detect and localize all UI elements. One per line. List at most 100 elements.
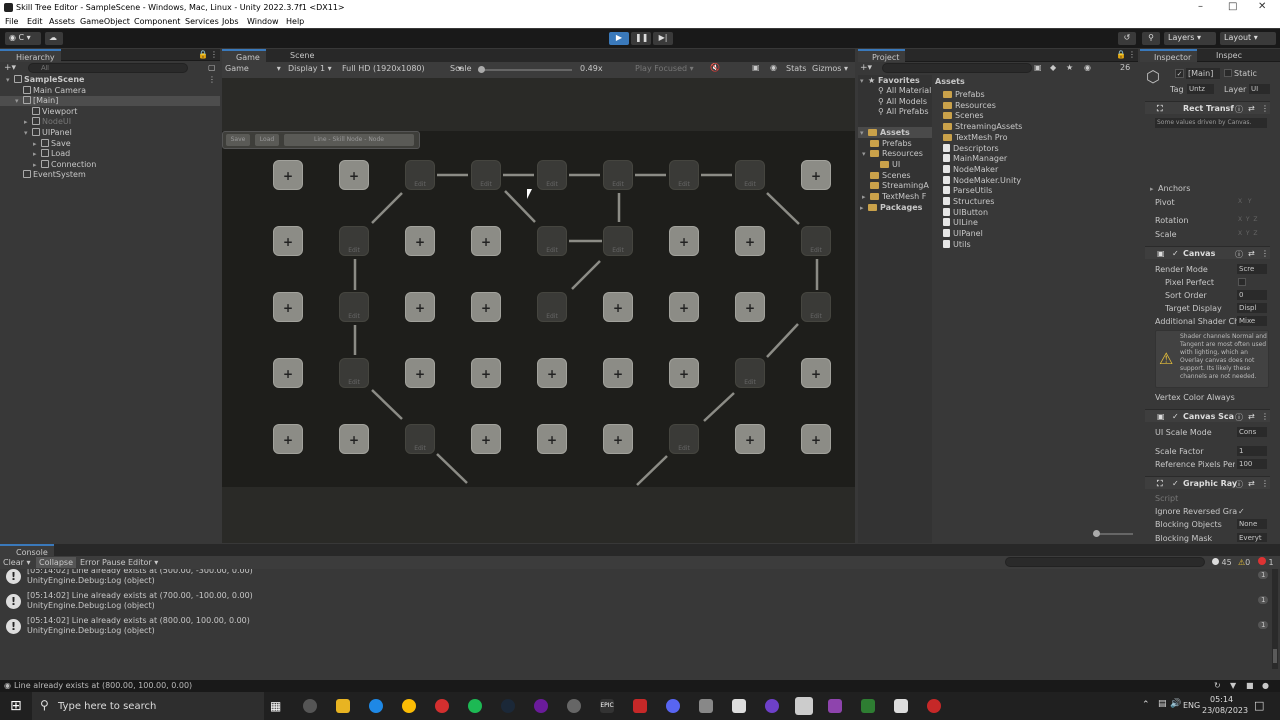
asset-script[interactable]: ParseUtils: [943, 186, 992, 195]
hierarchy-search-input[interactable]: [28, 63, 188, 73]
spotify-icon[interactable]: [468, 699, 482, 713]
skill-node[interactable]: Edit: [339, 292, 369, 322]
target-display-dropdown[interactable]: Displ: [1237, 303, 1267, 313]
tab-inspector-2[interactable]: Inspec: [1202, 49, 1248, 62]
skill-node[interactable]: Edit: [801, 292, 831, 322]
layers-dropdown[interactable]: Layers ▾: [1164, 32, 1216, 45]
skill-node-add[interactable]: +: [669, 226, 699, 256]
unity-hub-icon[interactable]: [732, 699, 746, 713]
kebab-menu-icon[interactable]: ⋮: [210, 50, 218, 59]
tab-console[interactable]: Console: [0, 544, 54, 557]
skill-node[interactable]: Edit: [603, 160, 633, 190]
skill-node-add[interactable]: +: [669, 358, 699, 388]
render-mode-dropdown[interactable]: Scre: [1237, 264, 1267, 274]
hierarchy-item[interactable]: EventSystem: [0, 170, 220, 180]
skill-node[interactable]: Edit: [669, 424, 699, 454]
epic-games-icon[interactable]: EPIC: [600, 699, 614, 713]
language-indicator[interactable]: ENG: [1183, 701, 1200, 710]
console-scrollbar-thumb[interactable]: [1273, 649, 1277, 663]
skill-node-add[interactable]: +: [273, 292, 303, 322]
skill-node-add[interactable]: +: [339, 160, 369, 190]
save-button[interactable]: Save: [226, 134, 250, 146]
menu-file[interactable]: File: [5, 17, 18, 26]
skill-node-add[interactable]: +: [735, 424, 765, 454]
skill-node-add[interactable]: +: [273, 160, 303, 190]
play-button[interactable]: ▶: [609, 32, 629, 45]
discord-icon[interactable]: [666, 699, 680, 713]
skill-node-add[interactable]: +: [735, 226, 765, 256]
skill-node[interactable]: Edit: [405, 160, 435, 190]
preset-icon[interactable]: ⇄: [1248, 249, 1255, 258]
maximize-icon[interactable]: ▣: [752, 63, 760, 72]
mute-audio-icon[interactable]: 🔇: [710, 63, 720, 72]
skill-node-add[interactable]: +: [405, 358, 435, 388]
warning-count-toggle[interactable]: 45: [1212, 558, 1232, 567]
file-explorer-icon[interactable]: [336, 699, 350, 713]
blocking-objects-dropdown[interactable]: None: [1237, 519, 1267, 529]
asset-script[interactable]: UIButton: [943, 207, 988, 217]
play-focused-dropdown[interactable]: Play Focused ▾: [635, 64, 694, 73]
task-view-icon[interactable]: ▦: [270, 699, 281, 713]
asset-folder[interactable]: Resources: [943, 101, 996, 110]
gizmos-dropdown[interactable]: Gizmos ▾: [812, 64, 848, 73]
skill-node-add[interactable]: +: [471, 292, 501, 322]
kebab-menu-icon[interactable]: ⋮: [1261, 412, 1269, 421]
hierarchy-item[interactable]: ▾ SampleScene ⋮: [0, 75, 220, 85]
menu-component[interactable]: Component: [134, 17, 180, 26]
skill-node-add[interactable]: +: [603, 358, 633, 388]
help-icon[interactable]: ⓘ: [1235, 479, 1243, 490]
asset-script[interactable]: MainManager: [943, 154, 1007, 163]
tree-folder[interactable]: Prefabs: [870, 139, 912, 148]
error-pause-toggle[interactable]: Error Pause: [80, 558, 126, 567]
skill-node-add[interactable]: +: [735, 292, 765, 322]
asset-folder[interactable]: Prefabs: [943, 90, 985, 99]
skill-node-add[interactable]: +: [471, 424, 501, 454]
rect-transform-header[interactable]: ⛶ Rect Transf ⓘ ⇄ ⋮: [1145, 101, 1270, 114]
skill-node[interactable]: Edit: [735, 160, 765, 190]
asset-folder[interactable]: TextMesh Pro: [943, 133, 1007, 142]
skill-node[interactable]: Edit: [405, 424, 435, 454]
layout-dropdown[interactable]: Layout ▾: [1220, 32, 1276, 45]
asset-script[interactable]: NodeMaker.Unity: [943, 175, 1021, 185]
canvas-enabled-checkbox[interactable]: ✓: [1172, 249, 1179, 258]
graphic-raycaster-header[interactable]: ⛶ ✓ Graphic Ray ⓘ ⇄ ⋮: [1145, 476, 1270, 489]
console-log-entry[interactable]: ! [05:14:02] Line already exists at (700.…: [6, 591, 1270, 613]
skill-node-add[interactable]: +: [471, 226, 501, 256]
preset-icon[interactable]: ⇄: [1248, 412, 1255, 421]
cloud-icon[interactable]: ☁: [45, 32, 63, 45]
menu-edit[interactable]: Edit: [27, 17, 43, 26]
preset-icon[interactable]: ⇄: [1248, 104, 1255, 113]
lock-icon[interactable]: 🔒: [198, 50, 208, 59]
filter-type-icon[interactable]: ▣: [1034, 63, 1042, 72]
tree-folder[interactable]: StreamingA: [870, 181, 929, 190]
pause-button[interactable]: ❚❚: [631, 32, 651, 45]
expand-arrow-icon[interactable]: ▾: [15, 97, 23, 105]
tray-chevron-icon[interactable]: ⌃: [1142, 700, 1150, 710]
packages-row[interactable]: ▸ Packages: [860, 203, 922, 212]
console-log-entry[interactable]: ! [05:14:02] Line already exists at (800.…: [6, 616, 1270, 638]
skill-node[interactable]: Edit: [339, 358, 369, 388]
minimize-button[interactable]: –: [1198, 1, 1203, 12]
assets-breadcrumb[interactable]: Assets: [935, 77, 965, 86]
pixel-perfect-checkbox[interactable]: [1238, 278, 1246, 286]
asset-script[interactable]: UIPanel: [943, 229, 983, 238]
static-checkbox[interactable]: [1224, 69, 1232, 77]
skill-node[interactable]: Edit: [669, 160, 699, 190]
asset-script[interactable]: UILine: [943, 218, 978, 227]
notification-center-icon[interactable]: □: [1254, 699, 1264, 712]
asset-folder[interactable]: Scenes: [943, 111, 984, 120]
search-icon[interactable]: ⚲: [1142, 32, 1160, 45]
console-search-input[interactable]: [1005, 557, 1205, 567]
app-icon[interactable]: [303, 699, 317, 713]
skill-node-add[interactable]: +: [801, 160, 831, 190]
favorite-item[interactable]: ⚲ All Material: [878, 86, 931, 95]
help-icon[interactable]: ⓘ: [1235, 249, 1243, 260]
unity-editor-icon[interactable]: [795, 697, 813, 715]
windows-start-icon[interactable]: ⊞: [10, 698, 22, 714]
help-icon[interactable]: ⓘ: [1235, 104, 1243, 115]
expand-arrow-icon[interactable]: ▾: [24, 129, 32, 137]
icon-size-slider-thumb[interactable]: [1093, 530, 1100, 537]
asset-folder[interactable]: StreamingAssets: [943, 122, 1022, 131]
favorites-header[interactable]: ▾ ★ Favorites: [860, 76, 920, 85]
skill-node[interactable]: Edit: [537, 160, 567, 190]
